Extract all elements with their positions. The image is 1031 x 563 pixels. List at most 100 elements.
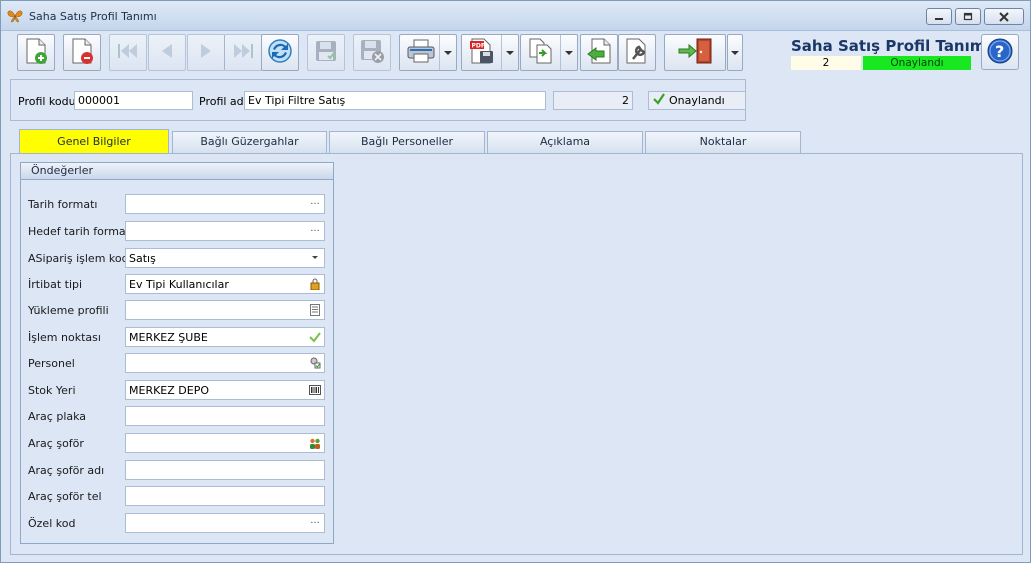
header-status-badge: Onaylandı xyxy=(863,56,971,70)
checkmark-icon xyxy=(653,93,665,108)
import-button[interactable] xyxy=(580,34,618,71)
settings-button[interactable] xyxy=(618,34,656,71)
yukleme-profili-input[interactable] xyxy=(125,300,325,320)
people-icon[interactable] xyxy=(308,436,322,450)
tab-aciklama[interactable]: Açıklama xyxy=(487,131,643,153)
defaults-group-title: Öndeğerler xyxy=(21,163,333,180)
defaults-group: Öndeğerler Tarih formatı ··· Hedef tarih… xyxy=(20,162,334,544)
field-row-hedef-tarih-formati: Hedef tarih formatı ··· xyxy=(21,221,333,241)
field-value: MERKEZ ŞUBE xyxy=(129,331,208,344)
lock-icon[interactable] xyxy=(308,277,322,291)
asiparis-islem-kodu-select[interactable]: Satış xyxy=(125,248,325,268)
person-search-icon[interactable] xyxy=(308,356,322,370)
profile-panel: Profil kodu 000001 Profil adı Ev Tipi Fi… xyxy=(10,79,746,121)
pdf-dropdown-arrow[interactable] xyxy=(501,35,518,70)
ellipsis-icon[interactable]: ··· xyxy=(308,197,322,211)
new-document-icon xyxy=(24,37,48,68)
profile-status-field: Onaylandı xyxy=(648,91,746,110)
refresh-button[interactable] xyxy=(261,34,299,71)
copy-document-button[interactable] xyxy=(520,34,578,71)
exit-button[interactable] xyxy=(664,34,726,71)
previous-record-icon xyxy=(158,42,176,63)
ozel-kod-input[interactable]: ··· xyxy=(125,513,325,533)
field-label: Araç şoför xyxy=(28,437,84,450)
field-row-tarih-formati: Tarih formatı ··· xyxy=(21,194,333,214)
hedef-tarih-formati-input[interactable]: ··· xyxy=(125,221,325,241)
save-button[interactable] xyxy=(307,34,345,71)
field-row-arac-sofor: Araç şoför xyxy=(21,433,333,453)
last-record-icon xyxy=(231,42,255,63)
irtibat-tipi-input[interactable]: Ev Tipi Kullanıcılar xyxy=(125,274,325,294)
toolbar-more-arrow xyxy=(728,35,742,70)
arac-sofor-input[interactable] xyxy=(125,433,325,453)
first-record-button[interactable] xyxy=(109,34,147,71)
last-record-button[interactable] xyxy=(224,34,262,71)
tarih-formati-input[interactable]: ··· xyxy=(125,194,325,214)
field-row-yukleme-profili: Yükleme profili xyxy=(21,300,333,320)
field-label: Araç şoför tel xyxy=(28,490,102,503)
check-icon[interactable] xyxy=(308,330,322,344)
print-dropdown-arrow[interactable] xyxy=(439,35,456,70)
field-label: Araç şoför adı xyxy=(28,464,105,477)
save-close-button[interactable] xyxy=(353,34,391,71)
ellipsis-icon[interactable]: ··· xyxy=(308,224,322,238)
field-label: Tarih formatı xyxy=(28,198,98,211)
profile-number-field: 2 xyxy=(553,91,633,110)
refresh-icon xyxy=(266,37,294,68)
toolbar: PDF Saha Satış Profil Tanımı 2 Onaylandı… xyxy=(1,31,1030,75)
toolbar-more-button[interactable] xyxy=(727,34,743,71)
field-label: Araç plaka xyxy=(28,410,87,423)
ellipsis-icon[interactable]: ··· xyxy=(308,516,322,530)
field-value: Ev Tipi Kullanıcılar xyxy=(129,278,229,291)
settings-icon xyxy=(624,37,650,68)
arac-plaka-input[interactable] xyxy=(125,406,325,426)
print-button[interactable] xyxy=(399,34,457,71)
title-bar: Saha Satış Profil Tanımı xyxy=(1,1,1030,31)
arac-sofor-adi-input[interactable] xyxy=(125,460,325,480)
field-label: İrtibat tipi xyxy=(28,278,83,291)
svg-text:PDF: PDF xyxy=(472,43,485,50)
close-button[interactable] xyxy=(984,8,1024,25)
minimize-button[interactable] xyxy=(926,8,952,25)
profile-code-input[interactable]: 000001 xyxy=(74,91,193,110)
help-icon: ? xyxy=(986,37,1014,68)
field-row-arac-sofor-tel: Araç şoför tel xyxy=(21,486,333,506)
main-window: Saha Satış Profil Tanımı PDF Saha Satış … xyxy=(0,0,1031,563)
field-label: Personel xyxy=(28,357,75,370)
tab-noktalar[interactable]: Noktalar xyxy=(645,131,801,153)
help-button[interactable]: ? xyxy=(981,34,1019,70)
exit-icon xyxy=(675,37,715,68)
next-record-button[interactable] xyxy=(187,34,225,71)
field-label: İşlem noktası xyxy=(28,331,101,344)
field-row-islem-noktasi: İşlem noktası MERKEZ ŞUBE xyxy=(21,327,333,347)
tab-bagli-guzergahlar[interactable]: Bağlı Güzergahlar xyxy=(172,131,327,153)
delete-document-button[interactable] xyxy=(63,34,101,71)
field-value: Satış xyxy=(129,252,156,265)
chevron-down-icon[interactable] xyxy=(308,251,322,265)
pdf-export-button[interactable]: PDF xyxy=(461,34,519,71)
previous-record-button[interactable] xyxy=(148,34,186,71)
restore-button[interactable] xyxy=(955,8,981,25)
field-label: Hedef tarih formatı xyxy=(28,225,134,238)
field-label: Özel kod xyxy=(28,517,76,530)
field-row-arac-sofor-adi: Araç şoför adı xyxy=(21,460,333,480)
next-record-icon xyxy=(197,42,215,63)
field-row-irtibat-tipi: İrtibat tipi Ev Tipi Kullanıcılar xyxy=(21,274,333,294)
arac-sofor-tel-input[interactable] xyxy=(125,486,325,506)
personel-input[interactable] xyxy=(125,353,325,373)
pdf-export-icon: PDF xyxy=(468,37,496,68)
copy-dropdown-arrow[interactable] xyxy=(560,35,577,70)
field-row-asiparis-islem-kodu: ASipariş işlem kodu Satış xyxy=(21,248,333,268)
new-document-button[interactable] xyxy=(17,34,55,71)
tab-bagli-personeller[interactable]: Bağlı Personeller xyxy=(329,131,485,153)
tab-genel-bilgiler[interactable]: Genel Bilgiler xyxy=(19,129,169,154)
stok-yeri-input[interactable]: MERKEZ DEPO xyxy=(125,380,325,400)
list-icon[interactable] xyxy=(308,303,322,317)
islem-noktasi-input[interactable]: MERKEZ ŞUBE xyxy=(125,327,325,347)
import-icon xyxy=(586,37,612,68)
profile-name-input[interactable]: Ev Tipi Filtre Satış xyxy=(244,91,546,110)
tab-content: Öndeğerler Tarih formatı ··· Hedef tarih… xyxy=(10,153,1023,555)
barcode-icon[interactable] xyxy=(308,383,322,397)
window-title: Saha Satış Profil Tanımı xyxy=(29,10,157,23)
field-row-ozel-kod: Özel kod ··· xyxy=(21,513,333,533)
